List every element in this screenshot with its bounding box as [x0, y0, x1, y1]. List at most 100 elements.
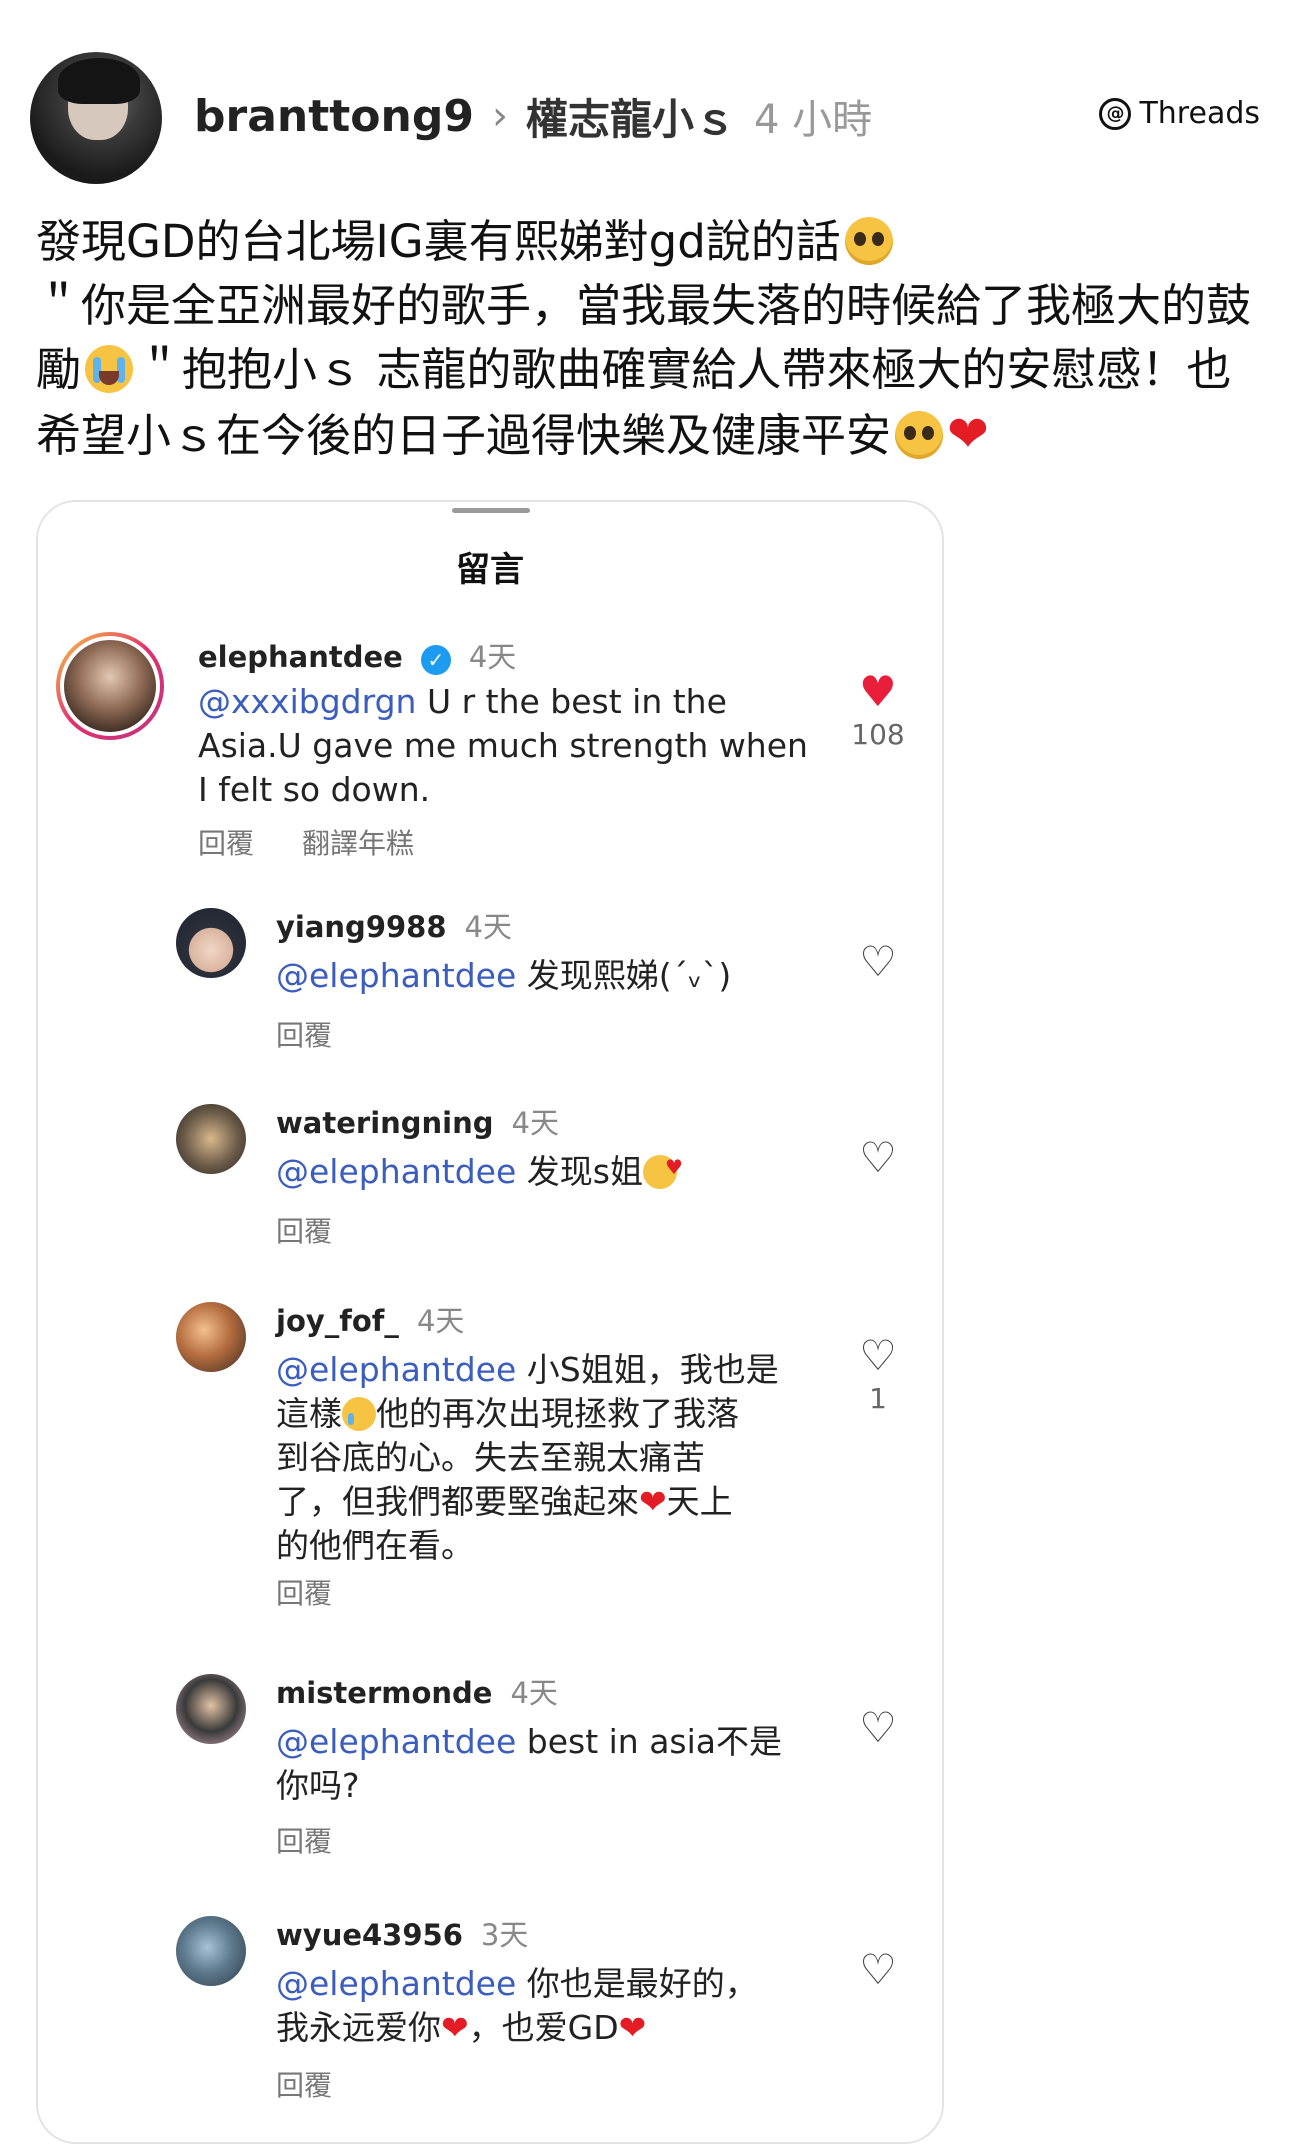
commenter-username[interactable]: elephantdee [198, 640, 403, 674]
comment-text-2b: 他的再次出現拯救了我落 [376, 1394, 739, 1433]
post-time: 4 小時 [753, 97, 873, 143]
comment-text: @elephantdee 小S姐姐，我也是 這樣 他的再次出現拯救了我落 到谷底的… [276, 1348, 836, 1568]
like-button[interactable]: ♥ 108 [848, 667, 908, 752]
comment-text-2: 你吗? [276, 1766, 360, 1805]
post-text-1: 發現GD的台北場IG裏有熙娣對gd說的話 [36, 215, 841, 268]
comment-actions: 回覆 [276, 1210, 332, 1250]
sheet-drag-handle[interactable] [452, 508, 530, 513]
heart-outline-icon: ♡ [859, 1133, 897, 1182]
like-button[interactable]: ♡ 1 [848, 1334, 908, 1416]
comment-time: 4天 [510, 1676, 558, 1710]
red-heart-icon: ❤ [441, 2008, 469, 2047]
comment-actions: 回覆 [276, 1014, 332, 1054]
like-button[interactable]: ♡ [848, 1136, 908, 1180]
comment-text: @elephantdee best in asia不是 你吗? [276, 1720, 836, 1808]
commenter-avatar[interactable] [176, 908, 246, 978]
comment-header: wyue43956 3天 [276, 1912, 528, 1954]
like-button[interactable]: ♡ [848, 1706, 908, 1750]
verified-badge-icon: ✓ [420, 645, 451, 675]
comment-text: @elephantdee 发现s姐 [276, 1145, 836, 1194]
heart-outline-icon: ♡ [859, 1945, 897, 1994]
reply-button[interactable]: 回覆 [276, 2064, 332, 2104]
comment-text-1: 小S姐姐，我也是 [516, 1350, 779, 1389]
chevron-right-icon: › [491, 93, 508, 139]
mention-link[interactable]: @elephantdee [276, 1350, 516, 1389]
mention-link[interactable]: @elephantdee [276, 956, 516, 995]
comment-text-2a: 我永远爱你 [276, 2008, 441, 2047]
translate-button[interactable]: 翻譯年糕 [302, 822, 414, 862]
mention-link[interactable]: @elephantdee [276, 1722, 516, 1761]
post-text-4: 希望小ｓ在今後的日子過得快樂及健康平安 [36, 409, 892, 462]
heart-outline-icon: ♡ [859, 1703, 897, 1752]
post-line: 希望小ｓ在今後的日子過得快樂及健康平安 ❤ [36, 402, 1266, 468]
commenter-username[interactable]: yiang9988 [276, 910, 447, 944]
commenter-avatar[interactable] [176, 1916, 246, 1986]
like-button[interactable]: ♡ [848, 1948, 908, 1992]
comment-header: joy_fof_ 4天 [276, 1298, 464, 1340]
comment-actions: 回覆 翻譯年糕 [198, 822, 414, 862]
commenter-avatar[interactable] [176, 1104, 246, 1174]
comment-text-4a: 了，但我們都要堅強起來 [276, 1482, 639, 1521]
mention-link[interactable]: @elephantdee [276, 1964, 516, 2003]
comment-time: 4天 [416, 1304, 465, 1338]
post-meta: branttong9 › 權志龍小ｓ 4 小時 [194, 86, 872, 146]
comment-actions: 回覆 [276, 1820, 332, 1860]
commenter-username[interactable]: mistermonde [276, 1676, 492, 1710]
commenter-username[interactable]: joy_fof_ [276, 1304, 399, 1338]
reply-button[interactable]: 回覆 [276, 1820, 332, 1860]
comment-time: 4天 [468, 640, 517, 674]
comment-text-1: 发现s姐 [516, 1152, 643, 1191]
comment-text-2: Asia.U gave me much strength when [198, 726, 808, 765]
reply-button[interactable]: 回覆 [198, 822, 254, 862]
crying-face-icon [85, 345, 134, 393]
comment-item: joy_fof_ 4天 @elephantdee 小S姐姐，我也是 這樣 他的再次… [38, 1298, 942, 1618]
comment-text-2a: 這樣 [276, 1394, 342, 1433]
comment-actions: 回覆 [276, 2064, 332, 2104]
topic-tag[interactable]: 權志龍小ｓ [526, 86, 736, 147]
threads-brand: @ Threads [1099, 96, 1260, 131]
comment-header: yiang9988 4天 [276, 904, 512, 946]
comment-header: mistermonde 4天 [276, 1670, 558, 1712]
commenter-avatar[interactable] [176, 1674, 246, 1744]
comment-text: @xxxibgdrgn U r the best in the Asia.U g… [198, 680, 838, 812]
reply-button[interactable]: 回覆 [276, 1210, 332, 1250]
mention-link[interactable]: @xxxibgdrgn [198, 682, 416, 721]
reply-button[interactable]: 回覆 [276, 1014, 332, 1054]
comment-header: elephantdee ✓ 4天 [198, 634, 516, 676]
smiling-hearts-icon [642, 1145, 683, 1189]
author-username[interactable]: branttong9 [194, 91, 474, 142]
commenter-avatar[interactable] [56, 632, 164, 740]
red-heart-icon: ❤ [618, 2008, 647, 2047]
post-line: 勵 ＂抱抱小ｓ 志龍的歌曲確實給人帶來極大的安慰感！也 [36, 338, 1266, 402]
reply-button[interactable]: 回覆 [276, 1572, 332, 1612]
threads-logo-icon: @ [1099, 97, 1132, 130]
author-avatar[interactable] [30, 52, 162, 184]
pleading-face-icon [844, 217, 893, 265]
comment-header: wateringning 4天 [276, 1100, 559, 1142]
comment-item: yiang9988 4天 @elephantdee 发现熙娣(ˊᵥˋ) 回覆 ♡ [38, 904, 942, 1052]
comment-text: @elephantdee 你也是最好的， 我永远爱你❤，也爱GD❤ [276, 1962, 836, 2050]
comment-time: 4天 [464, 910, 512, 944]
mention-link[interactable]: @elephantdee [276, 1152, 516, 1191]
commenter-avatar[interactable] [176, 1302, 246, 1372]
comments-title: 留言 [456, 550, 524, 590]
post-text-3a: 勵 [36, 343, 82, 396]
like-button[interactable]: ♡ [848, 940, 908, 984]
comment-text-1: 你也是最好的， [516, 1964, 758, 2003]
like-count: 108 [851, 718, 905, 751]
commenter-username[interactable]: wateringning [276, 1106, 494, 1140]
red-heart-icon: ❤ [947, 405, 989, 463]
post-text-2: ＂你是全亞洲最好的歌手，當我最失落的時候給了我極大的鼓 [36, 279, 1252, 332]
commenter-username[interactable]: wyue43956 [276, 1918, 463, 1952]
heart-outline-icon: ♡ [859, 937, 897, 986]
comment-text-1: 发现熙娣(ˊᵥˋ) [516, 956, 732, 995]
post-text-3b: ＂抱抱小ｓ 志龍的歌曲確實給人帶來極大的安慰感！也 [137, 343, 1232, 396]
comment-time: 3天 [480, 1918, 529, 1952]
pleading-face-icon [895, 411, 944, 459]
comment-text-1: best in asia不是 [516, 1722, 783, 1761]
like-count: 1 [869, 1382, 887, 1415]
comment-text: @elephantdee 发现熙娣(ˊᵥˋ) [276, 954, 836, 998]
comment-item: wyue43956 3天 @elephantdee 你也是最好的， 我永远爱你❤… [38, 1912, 942, 2102]
comment-text-4b: 天上 [666, 1482, 733, 1521]
heart-filled-icon: ♥ [859, 667, 897, 716]
